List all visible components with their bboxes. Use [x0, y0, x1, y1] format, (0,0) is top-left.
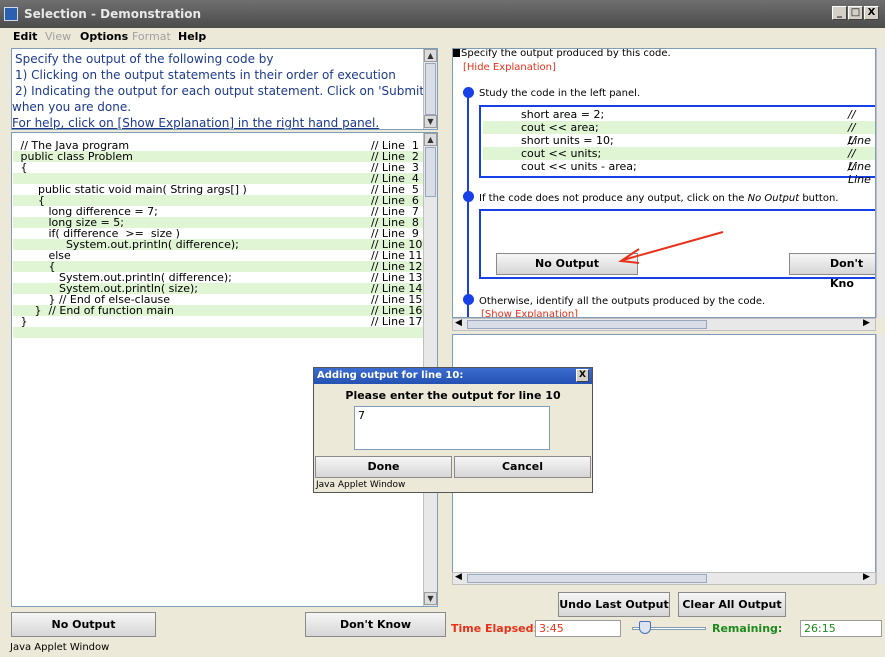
scroll-right-icon[interactable]: ▶ — [863, 318, 870, 328]
marker-icon — [453, 49, 460, 57]
dialog-prompt: Please enter the output for line 10 — [345, 389, 561, 402]
scroll-thumb[interactable] — [425, 147, 436, 197]
menu-edit[interactable]: Edit — [13, 30, 37, 43]
code-line[interactable]: public class Problem// Line 2 — [13, 151, 423, 162]
code-line[interactable]: public static void main( String args[] )… — [13, 184, 423, 195]
scroll-left-icon[interactable]: ◀ — [455, 572, 462, 582]
title-bar: Selection - Demonstration _ □ X — [0, 0, 885, 28]
time-elapsed-value: 3:45 — [535, 620, 621, 637]
demo-dont-know-button: Don't Kno — [789, 253, 875, 290]
scroll-thumb[interactable] — [425, 63, 436, 115]
snippet-row: cout << units - area; // Line — [521, 160, 871, 186]
step-bullet-icon — [463, 191, 474, 202]
maximize-button[interactable]: □ — [848, 6, 863, 20]
time-elapsed-label: Time Elapsed: — [451, 622, 538, 635]
code-text: public class Problem — [17, 150, 133, 163]
menu-bar: Edit View Options Format Help — [0, 28, 885, 46]
clear-all-output-button[interactable]: Clear All Output — [678, 592, 786, 617]
scroll-up-icon[interactable]: ▲ — [424, 133, 437, 146]
explanation-panel: Specify the output produced by this code… — [452, 48, 876, 318]
instruction-line: Specify the output of the following code… — [15, 52, 274, 66]
dont-know-button[interactable]: Don't Know — [305, 612, 446, 637]
code-text: } // End of function main — [17, 304, 174, 317]
code-line[interactable]: } // End of function main// Line 16 — [13, 305, 423, 316]
output-input[interactable]: 7 — [354, 406, 550, 450]
snippet-row: short area = 2; // Line — [521, 108, 871, 134]
code-line[interactable]: else// Line 11 — [13, 250, 423, 261]
window-title: Selection - Demonstration — [24, 7, 202, 21]
output-scrollbar[interactable] — [876, 334, 885, 584]
scroll-left-icon[interactable]: ◀ — [455, 318, 462, 328]
dialog-done-button[interactable]: Done — [315, 456, 452, 478]
step-bullet-icon — [463, 87, 474, 98]
explanation-hscrollbar[interactable]: ◀ ▶ — [452, 318, 876, 331]
snippet-row: cout << units; // Line — [483, 147, 875, 173]
code-text: public static void main( String args[] ) — [17, 183, 247, 196]
instructions-scrollbar[interactable]: ▲ ▼ — [423, 49, 437, 129]
line-number-label: // Line 17 — [371, 315, 423, 328]
code-text: { — [17, 161, 28, 174]
menu-help[interactable]: Help — [178, 30, 206, 43]
show-explanation-link[interactable]: [Show Explanation] — [481, 309, 578, 317]
scroll-down-icon[interactable]: ▼ — [424, 592, 437, 605]
code-snippet-box: short area = 2; // Line cout << area; //… — [479, 105, 875, 186]
applet-status: Java Applet Window — [10, 642, 110, 653]
code-line[interactable]: System.out.println( difference);// Line … — [13, 239, 423, 250]
menu-options[interactable]: Options — [80, 30, 128, 43]
step1-text: Study the code in the left panel. — [479, 88, 641, 99]
scroll-right-icon[interactable]: ▶ — [863, 572, 870, 582]
code-line[interactable]: } // Line 17 — [13, 316, 423, 327]
remaining-label: Remaining: — [712, 622, 783, 635]
code-line[interactable] — [13, 327, 423, 338]
code-line[interactable]: {// Line 3 — [13, 162, 423, 173]
no-output-button[interactable]: No Output — [11, 612, 156, 637]
instruction-line: 2) Indicating the output for each output… — [15, 84, 438, 98]
step3-text: Otherwise, identify all the outputs prod… — [479, 296, 766, 307]
explanation-heading: Specify the output produced by this code… — [461, 48, 671, 59]
code-text: } — [17, 315, 28, 328]
minimize-button[interactable]: _ — [832, 6, 847, 20]
add-output-dialog: Adding output for line 10: X Please ente… — [313, 367, 593, 493]
scroll-thumb[interactable] — [467, 320, 707, 329]
scroll-up-icon[interactable]: ▲ — [424, 49, 437, 62]
instructions-panel: Specify the output of the following code… — [11, 48, 438, 130]
scroll-thumb[interactable] — [467, 574, 707, 583]
instruction-help-line: For help, click on [Show Explanation] in… — [12, 116, 380, 130]
menu-format[interactable]: Format — [132, 30, 171, 43]
undo-last-output-button[interactable]: Undo Last Output — [558, 592, 670, 617]
red-arrow-icon — [618, 231, 724, 264]
dialog-close-button[interactable]: X — [576, 369, 589, 382]
java-app-icon — [4, 7, 18, 21]
slider-thumb[interactable] — [639, 621, 651, 634]
step2-text: If the code does not produce any output,… — [479, 193, 839, 204]
dialog-title: Adding output for line 10: — [314, 368, 592, 384]
explanation-scrollbar[interactable] — [876, 48, 885, 318]
dialog-footer: Java Applet Window — [316, 480, 406, 490]
timeline-line — [467, 89, 469, 317]
remaining-value: 26:15 — [800, 620, 882, 637]
step-bullet-icon — [463, 294, 474, 305]
snippet-row: short units = 10; // Line — [521, 134, 871, 160]
dialog-cancel-button[interactable]: Cancel — [454, 456, 591, 478]
hide-explanation-link[interactable]: [Hide Explanation] — [463, 62, 556, 73]
menu-view[interactable]: View — [45, 30, 71, 43]
time-slider[interactable] — [632, 620, 706, 636]
snippet-row: cout << area; // Line — [483, 121, 875, 147]
instruction-line: 1) Clicking on the output statements in … — [15, 68, 396, 82]
instruction-line: when you are done. — [12, 100, 132, 114]
close-window-button[interactable]: X — [864, 6, 879, 20]
output-hscrollbar[interactable]: ◀ ▶ — [452, 572, 876, 585]
scroll-down-icon[interactable]: ▼ — [424, 115, 437, 128]
